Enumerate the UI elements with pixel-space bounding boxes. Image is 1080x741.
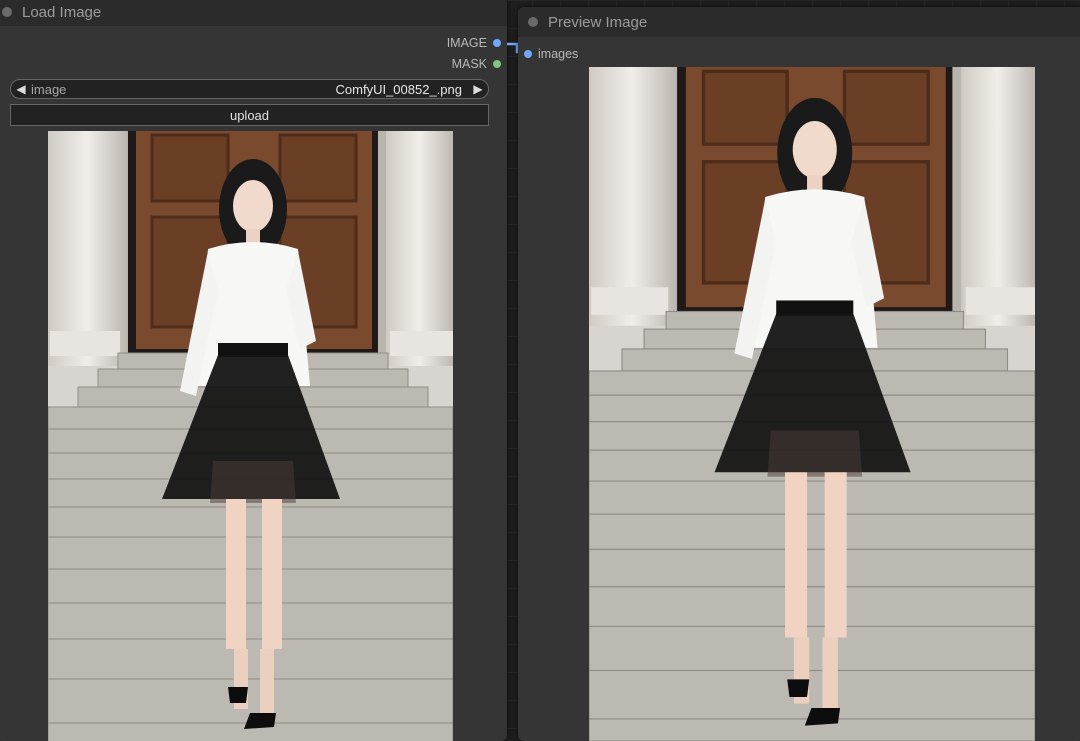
input-slot-images[interactable]: images <box>524 47 578 61</box>
input-dot-icon[interactable] <box>524 50 532 58</box>
collapse-dot-icon[interactable] <box>2 7 12 17</box>
combo-label: image <box>31 81 67 97</box>
node-header[interactable]: Preview Image <box>518 7 1080 37</box>
node-title: Preview Image <box>548 13 648 31</box>
node-title: Load Image <box>22 3 102 21</box>
input-label: images <box>538 47 579 61</box>
loaded-image-preview <box>48 131 453 741</box>
output-dot-icon[interactable] <box>493 39 501 47</box>
image-select[interactable]: ◀ image ComfyUI_00852_.png ▶ <box>10 79 489 99</box>
left-arrow-icon[interactable]: ◀ <box>11 82 31 96</box>
output-label: IMAGE <box>446 36 487 50</box>
output-slot-mask[interactable]: MASK <box>452 57 501 71</box>
load-image-node[interactable]: Load Image IMAGE MASK ◀ image ComfyUI_00… <box>0 0 507 741</box>
photo-woman-on-stairs-icon <box>48 131 453 741</box>
upload-button[interactable]: upload <box>10 104 489 126</box>
preview-image-node[interactable]: Preview Image images <box>518 7 1080 741</box>
photo-woman-on-stairs-icon <box>589 67 1035 741</box>
output-slot-image[interactable]: IMAGE <box>447 36 501 50</box>
combo-value: ComfyUI_00852_.png <box>335 81 462 97</box>
output-dot-icon[interactable] <box>493 60 501 68</box>
node-header[interactable]: Load Image <box>0 0 507 26</box>
collapse-dot-icon[interactable] <box>528 17 538 27</box>
output-label: MASK <box>451 57 487 71</box>
right-arrow-icon[interactable]: ▶ <box>468 82 488 96</box>
preview-image <box>589 67 1035 741</box>
